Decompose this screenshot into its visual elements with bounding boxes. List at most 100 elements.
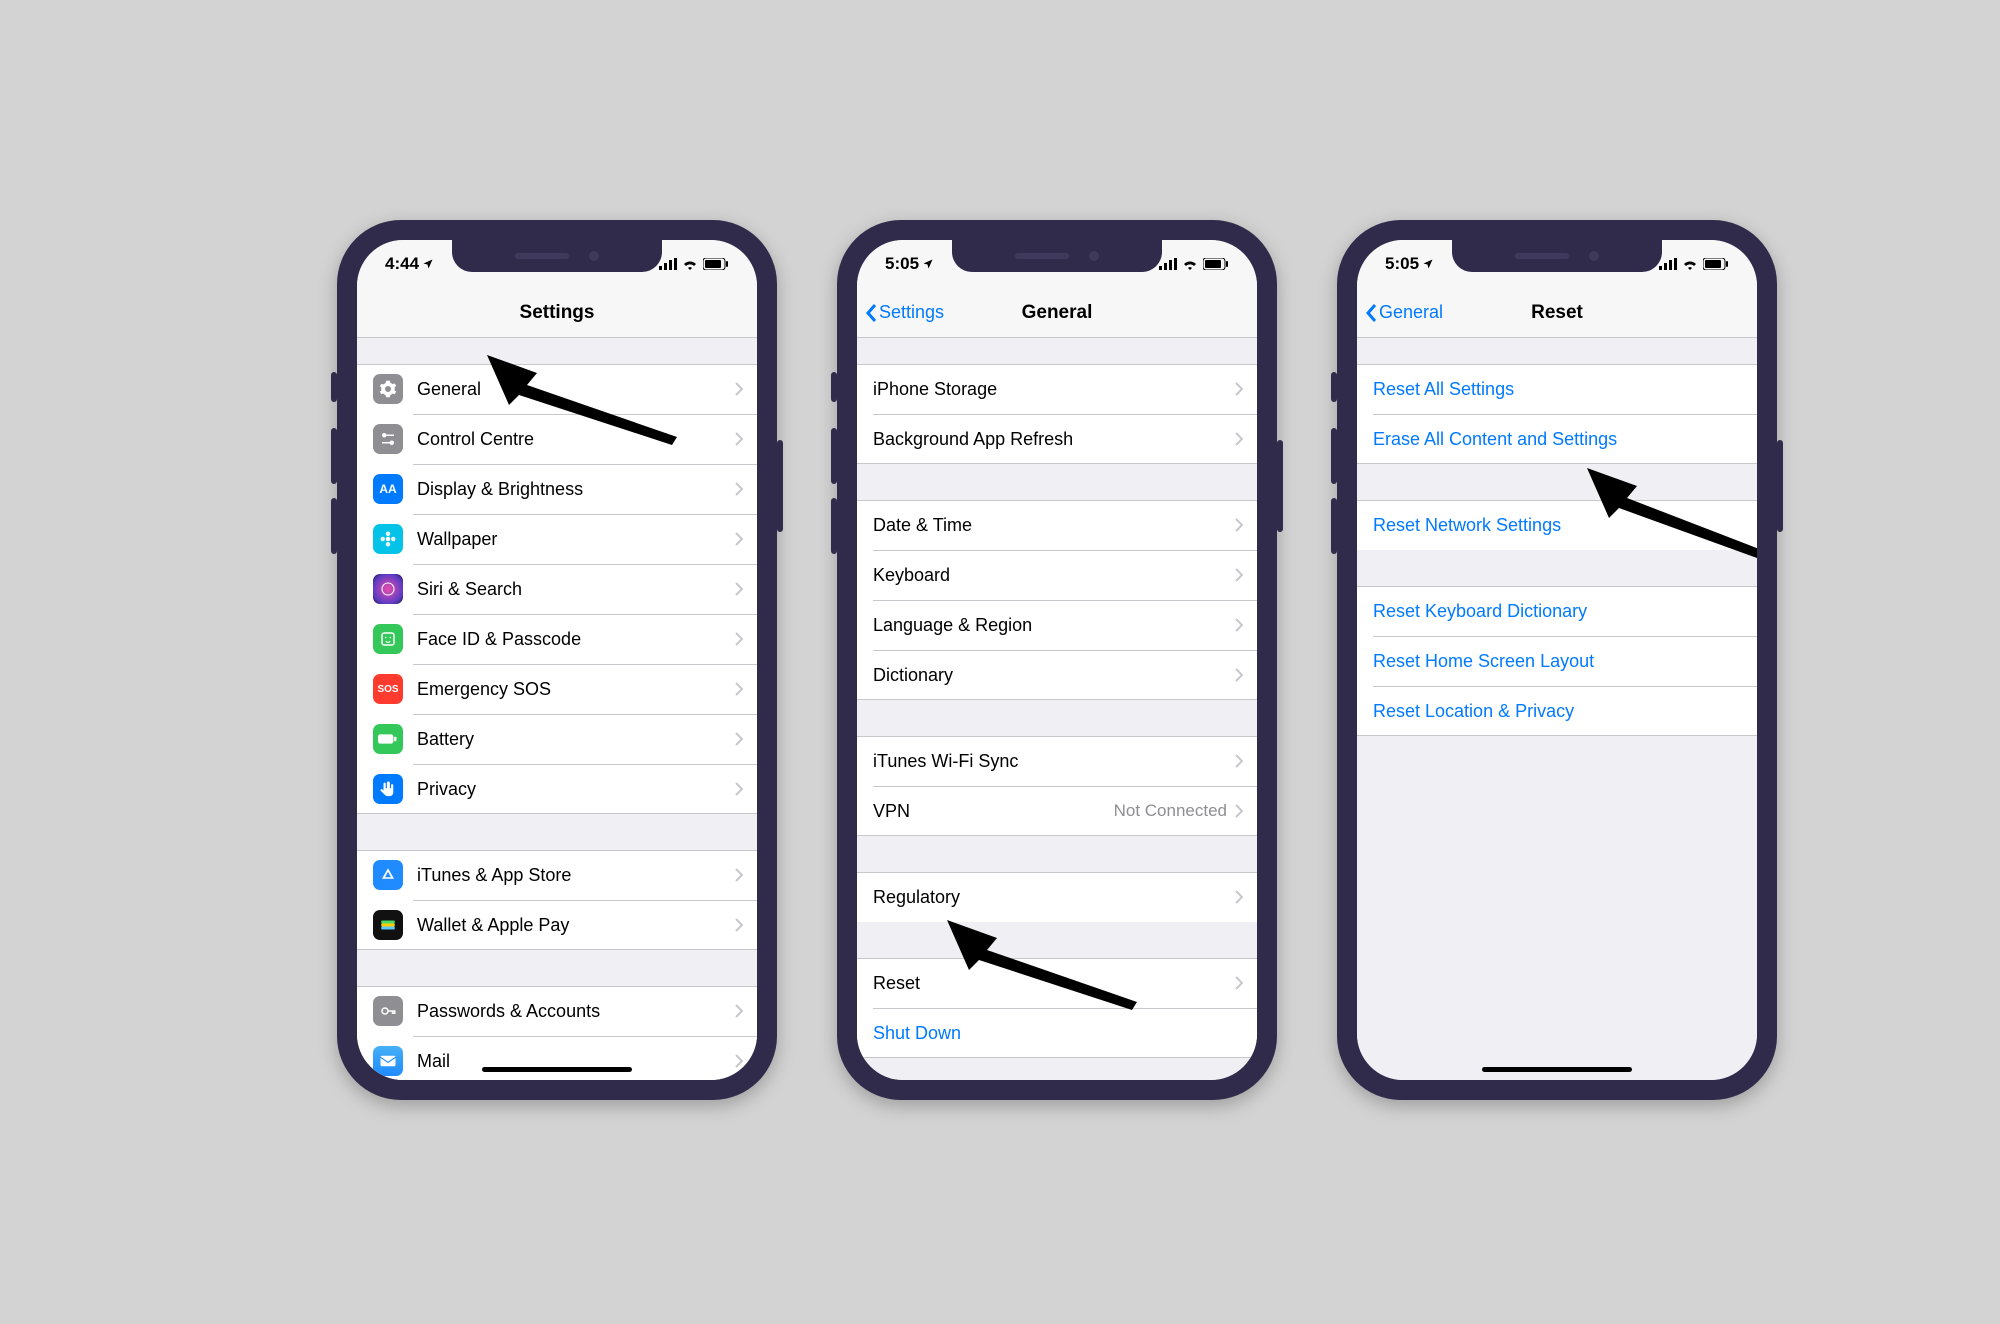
cellular-icon: [659, 258, 677, 270]
row-shutdown[interactable]: Shut Down: [857, 1008, 1257, 1058]
general-list[interactable]: iPhone Storage Background App Refresh Da…: [857, 338, 1257, 1080]
chevron-right-icon: [735, 918, 743, 932]
notch: [1452, 240, 1662, 272]
row-dictionary[interactable]: Dictionary: [857, 650, 1257, 700]
row-label: Reset Keyboard Dictionary: [1373, 601, 1757, 622]
row-reset-home-screen-layout[interactable]: Reset Home Screen Layout: [1357, 636, 1757, 686]
row-reset-location-privacy[interactable]: Reset Location & Privacy: [1357, 686, 1757, 736]
row-mail[interactable]: Mail: [357, 1036, 757, 1080]
volume-up-button: [831, 428, 837, 484]
settings-list[interactable]: General Control Centre AA Display & Brig…: [357, 338, 757, 1080]
back-label: Settings: [879, 302, 944, 323]
notch: [452, 240, 662, 272]
row-general[interactable]: General: [357, 364, 757, 414]
row-reset[interactable]: Reset: [857, 958, 1257, 1008]
nav-bar: Settings: [357, 288, 757, 338]
row-date-time[interactable]: Date & Time: [857, 500, 1257, 550]
phone-reset: 5:05 General Reset Rese: [1337, 220, 1777, 1100]
row-label: Erase All Content and Settings: [1373, 429, 1757, 450]
wifi-icon: [1182, 258, 1198, 270]
volume-up-button: [1331, 428, 1337, 484]
cellular-icon: [1159, 258, 1177, 270]
row-language-region[interactable]: Language & Region: [857, 600, 1257, 650]
row-iphone-storage[interactable]: iPhone Storage: [857, 364, 1257, 414]
back-label: General: [1379, 302, 1443, 323]
row-wallet-applepay[interactable]: Wallet & Apple Pay: [357, 900, 757, 950]
home-indicator[interactable]: [482, 1067, 632, 1072]
chevron-right-icon: [1235, 754, 1243, 768]
row-siri-search[interactable]: Siri & Search: [357, 564, 757, 614]
battery-icon: [1203, 258, 1229, 270]
row-bg-app-refresh[interactable]: Background App Refresh: [857, 414, 1257, 464]
cellular-icon: [1659, 258, 1677, 270]
location-icon: [1422, 258, 1434, 270]
phone-settings: 4:44 Settings Gene: [337, 220, 777, 1100]
row-vpn[interactable]: VPN Not Connected: [857, 786, 1257, 836]
row-label: Emergency SOS: [417, 679, 735, 700]
mute-switch: [1331, 372, 1337, 402]
row-itunes-wifi-sync[interactable]: iTunes Wi-Fi Sync: [857, 736, 1257, 786]
status-time: 5:05: [885, 254, 919, 274]
chevron-right-icon: [1235, 668, 1243, 682]
wallet-icon: [373, 910, 403, 940]
row-label: Passwords & Accounts: [417, 1001, 735, 1022]
power-button: [777, 440, 783, 532]
row-label: VPN: [873, 801, 1114, 822]
row-reset-all-settings[interactable]: Reset All Settings: [1357, 364, 1757, 414]
hand-icon: [373, 774, 403, 804]
row-label: Siri & Search: [417, 579, 735, 600]
row-emergency-sos[interactable]: SOS Emergency SOS: [357, 664, 757, 714]
back-button[interactable]: Settings: [865, 288, 944, 337]
row-keyboard[interactable]: Keyboard: [857, 550, 1257, 600]
phone-general: 5:05 Settings General i: [837, 220, 1277, 1100]
chevron-right-icon: [735, 382, 743, 396]
row-faceid-passcode[interactable]: Face ID & Passcode: [357, 614, 757, 664]
row-passwords-accounts[interactable]: Passwords & Accounts: [357, 986, 757, 1036]
gear-icon: [373, 374, 403, 404]
home-indicator[interactable]: [1482, 1067, 1632, 1072]
nav-bar: General Reset: [1357, 288, 1757, 338]
row-battery[interactable]: Battery: [357, 714, 757, 764]
row-label: Date & Time: [873, 515, 1235, 536]
notch: [952, 240, 1162, 272]
battery-icon: [703, 258, 729, 270]
row-reset-network-settings[interactable]: Reset Network Settings: [1357, 500, 1757, 550]
row-label: Keyboard: [873, 565, 1235, 586]
nav-bar: Settings General: [857, 288, 1257, 338]
location-icon: [422, 258, 434, 270]
row-label: Reset: [873, 973, 1235, 994]
row-label: Reset Location & Privacy: [1373, 701, 1757, 722]
chevron-right-icon: [735, 582, 743, 596]
row-label: General: [417, 379, 735, 400]
location-icon: [922, 258, 934, 270]
chevron-right-icon: [735, 782, 743, 796]
mute-switch: [331, 372, 337, 402]
back-button[interactable]: General: [1365, 288, 1443, 337]
key-icon: [373, 996, 403, 1026]
chevron-right-icon: [1235, 804, 1243, 818]
reset-list[interactable]: Reset All Settings Erase All Content and…: [1357, 338, 1757, 1080]
row-label: Dictionary: [873, 665, 1235, 686]
chevron-left-icon: [865, 303, 877, 323]
battery-icon: [1703, 258, 1729, 270]
row-value: Not Connected: [1114, 801, 1227, 821]
row-reset-keyboard-dictionary[interactable]: Reset Keyboard Dictionary: [1357, 586, 1757, 636]
wifi-icon: [682, 258, 698, 270]
row-erase-all[interactable]: Erase All Content and Settings: [1357, 414, 1757, 464]
row-privacy[interactable]: Privacy: [357, 764, 757, 814]
row-label: Language & Region: [873, 615, 1235, 636]
row-wallpaper[interactable]: Wallpaper: [357, 514, 757, 564]
chevron-right-icon: [1235, 890, 1243, 904]
chevron-right-icon: [735, 532, 743, 546]
wifi-icon: [1682, 258, 1698, 270]
chevron-right-icon: [735, 682, 743, 696]
volume-up-button: [331, 428, 337, 484]
row-label: Privacy: [417, 779, 735, 800]
text-size-icon: AA: [373, 474, 403, 504]
mail-icon: [373, 1046, 403, 1076]
row-display-brightness[interactable]: AA Display & Brightness: [357, 464, 757, 514]
faceid-icon: [373, 624, 403, 654]
row-control-centre[interactable]: Control Centre: [357, 414, 757, 464]
row-regulatory[interactable]: Regulatory: [857, 872, 1257, 922]
row-itunes-appstore[interactable]: iTunes & App Store: [357, 850, 757, 900]
